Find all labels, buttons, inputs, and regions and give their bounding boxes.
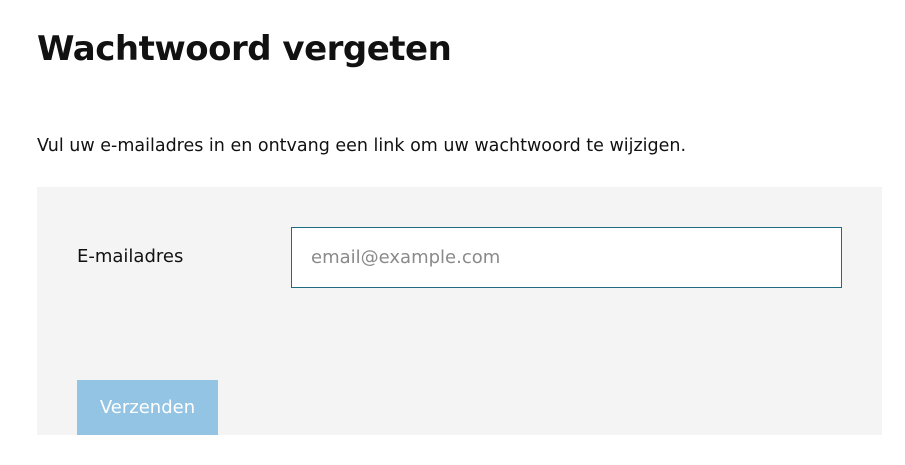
intro-text: Vul uw e-mailadres in en ontvang een lin… bbox=[37, 136, 687, 156]
page-title: Wachtwoord vergeten bbox=[37, 29, 452, 69]
email-input[interactable] bbox=[291, 227, 842, 288]
forgot-password-form: E-mailadres Verzenden bbox=[37, 187, 882, 435]
email-label: E-mailadres bbox=[77, 246, 184, 267]
forgot-password-page: Wachtwoord vergeten Vul uw e-mailadres i… bbox=[0, 0, 905, 465]
submit-button[interactable]: Verzenden bbox=[77, 380, 218, 435]
